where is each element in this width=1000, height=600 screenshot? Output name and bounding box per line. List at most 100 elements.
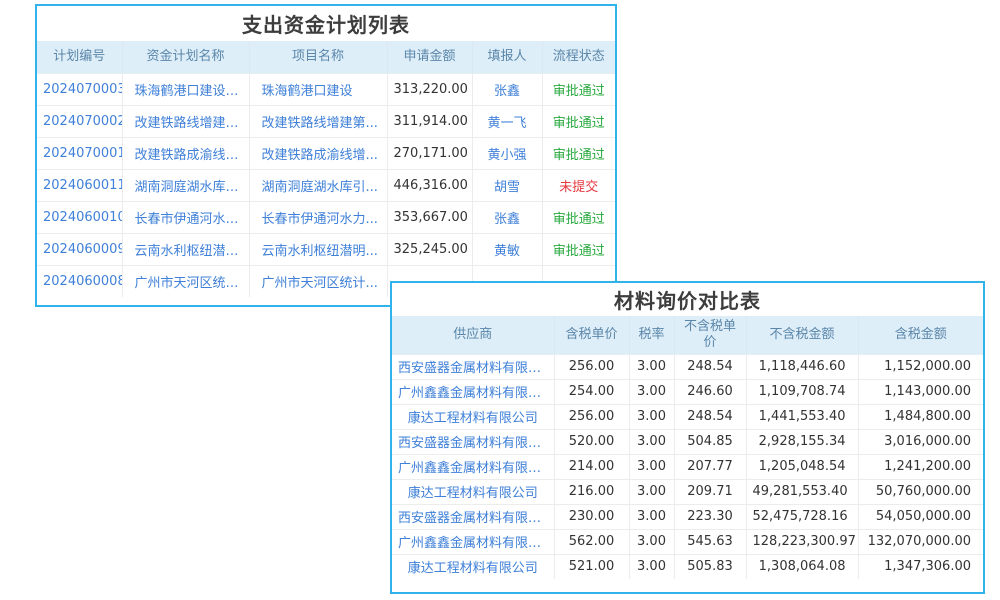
amount-no-tax-cell: 1,205,048.54	[746, 454, 858, 479]
project-name-link[interactable]: 长春市伊通河水力...	[249, 201, 387, 233]
plan-table-row: 2024070002改建铁路线增建第二...改建铁路线增建第...311,914…	[37, 105, 615, 137]
supplier-name-cell: 广州鑫鑫金属材料有限公司	[392, 379, 554, 404]
plan-id-link[interactable]: 2024060009	[37, 233, 122, 265]
reporter-cell: 张鑫	[472, 73, 542, 105]
unit-price-no-tax-cell: 223.30	[674, 504, 746, 529]
reporter-cell: 黄小强	[472, 137, 542, 169]
plan-id-link[interactable]: 2024070001	[37, 137, 122, 169]
request-amount-cell: 446,316.00	[387, 169, 472, 201]
quote-column-header-1: 含税单价	[554, 316, 629, 354]
project-name-link[interactable]: 改建铁路成渝线增...	[249, 137, 387, 169]
quote-table-row: 西安盛器金属材料有限公司256.003.00248.541,118,446.60…	[392, 354, 983, 379]
plan-id-link[interactable]: 2024070002	[37, 105, 122, 137]
tax-rate-cell: 3.00	[629, 479, 674, 504]
supplier-name-cell: 西安盛器金属材料有限公司	[392, 504, 554, 529]
amount-no-tax-cell: 49,281,553.40	[746, 479, 858, 504]
amount-no-tax-cell: 1,308,064.08	[746, 554, 858, 579]
quote-table-row: 康达工程材料有限公司216.003.00209.7149,281,553.405…	[392, 479, 983, 504]
plan-table-row: 2024060011湖南洞庭湖水库引水...湖南洞庭湖水库引...446,316…	[37, 169, 615, 201]
amount-with-tax-cell: 1,143,000.00	[858, 379, 983, 404]
amount-with-tax-cell: 1,347,306.00	[858, 554, 983, 579]
project-name-link[interactable]: 广州市天河区统计...	[249, 265, 387, 297]
plan-column-header-5: 流程状态	[542, 41, 615, 73]
quote-table-row: 西安盛器金属材料有限公司230.003.00223.3052,475,728.1…	[392, 504, 983, 529]
plan-name-link[interactable]: 改建铁路成渝线增建...	[122, 137, 249, 169]
quote-column-header-2: 税率	[629, 316, 674, 354]
tax-rate-cell: 3.00	[629, 504, 674, 529]
unit-price-with-tax-cell: 521.00	[554, 554, 629, 579]
amount-with-tax-cell: 1,241,200.00	[858, 454, 983, 479]
supplier-name-cell: 广州鑫鑫金属材料有限公司	[392, 529, 554, 554]
expenditure-plan-header-row: 计划编号资金计划名称项目名称申请金额填报人流程状态	[37, 41, 615, 73]
status-badge: 未提交	[542, 169, 615, 201]
amount-with-tax-cell: 132,070,000.00	[858, 529, 983, 554]
supplier-name-cell: 康达工程材料有限公司	[392, 554, 554, 579]
plan-table-row: 2024060009云南水利枢纽潜明水...云南水利枢纽潜明...325,245…	[37, 233, 615, 265]
amount-no-tax-cell: 128,223,300.97	[746, 529, 858, 554]
quote-table-row: 广州鑫鑫金属材料有限公司214.003.00207.771,205,048.54…	[392, 454, 983, 479]
supplier-name-cell: 西安盛器金属材料有限公司	[392, 354, 554, 379]
material-quote-table: 供应商含税单价税率不含税单价不含税金额含税金额 西安盛器金属材料有限公司256.…	[392, 316, 983, 579]
amount-no-tax-cell: 1,441,553.40	[746, 404, 858, 429]
amount-no-tax-cell: 1,109,708.74	[746, 379, 858, 404]
request-amount-cell: 270,171.00	[387, 137, 472, 169]
material-quote-table-title: 材料询价对比表	[392, 283, 983, 316]
material-quote-table-card: 材料询价对比表 供应商含税单价税率不含税单价不含税金额含税金额 西安盛器金属材料…	[390, 281, 985, 594]
status-badge: 审批通过	[542, 201, 615, 233]
quote-column-header-3: 不含税单价	[674, 316, 746, 354]
amount-no-tax-cell: 1,118,446.60	[746, 354, 858, 379]
tax-rate-cell: 3.00	[629, 404, 674, 429]
plan-name-link[interactable]: 云南水利枢纽潜明水...	[122, 233, 249, 265]
unit-price-with-tax-cell: 254.00	[554, 379, 629, 404]
unit-price-no-tax-cell: 545.63	[674, 529, 746, 554]
status-badge: 审批通过	[542, 233, 615, 265]
plan-table-row: 2024060010长春市伊通河水力发...长春市伊通河水力...353,667…	[37, 201, 615, 233]
plan-column-header-4: 填报人	[472, 41, 542, 73]
plan-id-link[interactable]: 2024060008	[37, 265, 122, 297]
unit-price-no-tax-cell: 209.71	[674, 479, 746, 504]
plan-table-row: 2024070001改建铁路成渝线增建...改建铁路成渝线增...270,171…	[37, 137, 615, 169]
plan-id-link[interactable]: 2024060010	[37, 201, 122, 233]
plan-id-link[interactable]: 2024060011	[37, 169, 122, 201]
plan-name-link[interactable]: 改建铁路线增建第二...	[122, 105, 249, 137]
plan-name-link[interactable]: 长春市伊通河水力发...	[122, 201, 249, 233]
quote-table-row: 西安盛器金属材料有限公司520.003.00504.852,928,155.34…	[392, 429, 983, 454]
amount-with-tax-cell: 1,484,800.00	[858, 404, 983, 429]
supplier-name-cell: 西安盛器金属材料有限公司	[392, 429, 554, 454]
request-amount-cell: 325,245.00	[387, 233, 472, 265]
expenditure-plan-table-title: 支出资金计划列表	[37, 6, 615, 41]
status-badge: 审批通过	[542, 73, 615, 105]
project-name-link[interactable]: 改建铁路线增建第...	[249, 105, 387, 137]
project-name-link[interactable]: 云南水利枢纽潜明...	[249, 233, 387, 265]
request-amount-cell: 311,914.00	[387, 105, 472, 137]
amount-no-tax-cell: 2,928,155.34	[746, 429, 858, 454]
request-amount-cell: 313,220.00	[387, 73, 472, 105]
supplier-name-cell: 康达工程材料有限公司	[392, 404, 554, 429]
reporter-cell: 胡雪	[472, 169, 542, 201]
unit-price-no-tax-cell: 505.83	[674, 554, 746, 579]
unit-price-with-tax-cell: 230.00	[554, 504, 629, 529]
plan-column-header-2: 项目名称	[249, 41, 387, 73]
plan-id-link[interactable]: 2024070003	[37, 73, 122, 105]
quote-column-header-5: 含税金额	[858, 316, 983, 354]
project-name-link[interactable]: 珠海鹤港口建设	[249, 73, 387, 105]
unit-price-with-tax-cell: 520.00	[554, 429, 629, 454]
plan-name-link[interactable]: 珠海鹤港口建设资金...	[122, 73, 249, 105]
plan-name-link[interactable]: 广州市天河区统计局...	[122, 265, 249, 297]
material-quote-header-row: 供应商含税单价税率不含税单价不含税金额含税金额	[392, 316, 983, 354]
unit-price-with-tax-cell: 214.00	[554, 454, 629, 479]
tax-rate-cell: 3.00	[629, 529, 674, 554]
quote-table-row: 广州鑫鑫金属材料有限公司562.003.00545.63128,223,300.…	[392, 529, 983, 554]
amount-no-tax-cell: 52,475,728.16	[746, 504, 858, 529]
quote-table-row: 康达工程材料有限公司256.003.00248.541,441,553.401,…	[392, 404, 983, 429]
plan-name-link[interactable]: 湖南洞庭湖水库引水...	[122, 169, 249, 201]
reporter-cell: 黄一飞	[472, 105, 542, 137]
status-badge: 审批通过	[542, 137, 615, 169]
quote-table-row: 广州鑫鑫金属材料有限公司254.003.00246.601,109,708.74…	[392, 379, 983, 404]
amount-with-tax-cell: 50,760,000.00	[858, 479, 983, 504]
status-badge: 审批通过	[542, 105, 615, 137]
project-name-link[interactable]: 湖南洞庭湖水库引...	[249, 169, 387, 201]
unit-price-with-tax-cell: 562.00	[554, 529, 629, 554]
supplier-name-cell: 广州鑫鑫金属材料有限公司	[392, 454, 554, 479]
unit-price-no-tax-cell: 248.54	[674, 404, 746, 429]
